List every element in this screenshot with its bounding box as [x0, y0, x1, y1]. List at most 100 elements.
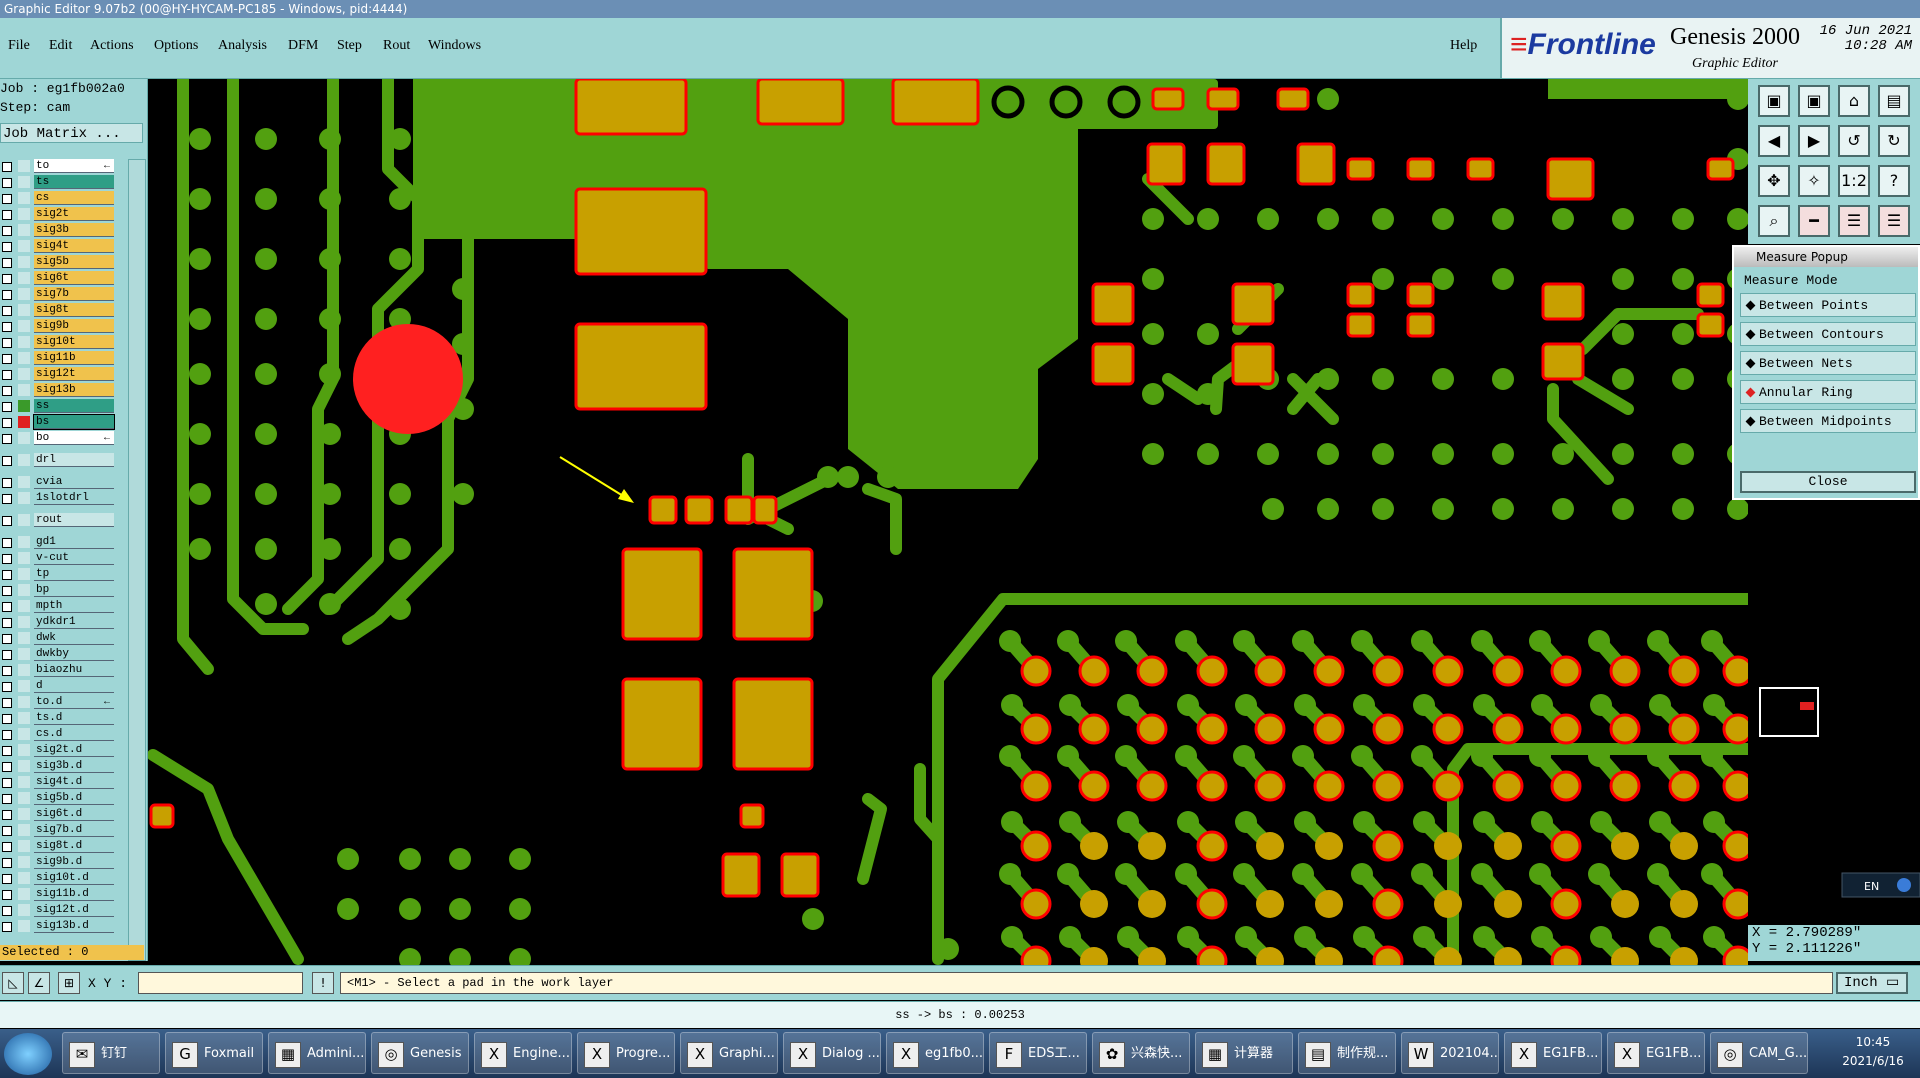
layer-row-cs[interactable]: cs [0, 191, 116, 206]
layer-row-sig3b[interactable]: sig3b [0, 223, 116, 238]
layer-display-swatch[interactable] [18, 176, 30, 188]
taskbar-item[interactable]: ✿ 兴森快... [1092, 1032, 1190, 1074]
layer-display-swatch[interactable] [18, 760, 30, 772]
layer-row-ydkdr1[interactable]: ydkdr1 [0, 615, 116, 630]
layer-row-gd1[interactable]: gd1 [0, 535, 116, 550]
layer-checkbox[interactable] [2, 194, 12, 204]
layer-row-sig5b.d[interactable]: sig5b.d [0, 791, 116, 806]
layer-checkbox[interactable] [2, 322, 12, 332]
taskbar-item[interactable]: X EG1FB... [1504, 1032, 1602, 1074]
left-icon[interactable]: ◀ [1758, 125, 1790, 157]
layer-row-sig3b.d[interactable]: sig3b.d [0, 759, 116, 774]
menu-actions[interactable]: Actions [90, 38, 134, 54]
layer-display-swatch[interactable] [18, 320, 30, 332]
layer-checkbox[interactable] [2, 730, 12, 740]
highlight-icon[interactable]: ☰ [1878, 205, 1910, 237]
menu-help[interactable]: Help [1450, 38, 1477, 54]
layer-row-mpth[interactable]: mpth [0, 599, 116, 614]
menu-rout[interactable]: Rout [383, 38, 410, 54]
layer-display-swatch[interactable] [18, 514, 30, 526]
layer-checkbox[interactable] [2, 478, 12, 488]
layer-checkbox[interactable] [2, 682, 12, 692]
layer-row-to.d[interactable]: to.d ← [0, 695, 116, 710]
taskbar-item[interactable]: X Dialog ... [783, 1032, 881, 1074]
layer-checkbox[interactable] [2, 290, 12, 300]
layer-checkbox[interactable] [2, 586, 12, 596]
measure-option-between-contours[interactable]: Between Contours [1740, 322, 1916, 346]
layer-row-sig9b.d[interactable]: sig9b.d [0, 855, 116, 870]
layer-display-swatch[interactable] [18, 920, 30, 932]
layer-row-sig10t.d[interactable]: sig10t.d [0, 871, 116, 886]
taskbar-item[interactable]: G Foxmail [165, 1032, 263, 1074]
panel-icon[interactable]: ▤ [1878, 85, 1910, 117]
net-icon[interactable]: ☰ [1838, 205, 1870, 237]
layer-display-swatch[interactable] [18, 454, 30, 466]
layer-checkbox[interactable] [2, 698, 12, 708]
layer-display-swatch[interactable] [18, 792, 30, 804]
grid-tool-icon[interactable]: ⊞ [58, 972, 80, 994]
layer-display-swatch[interactable] [18, 400, 30, 412]
layer-checkbox[interactable] [2, 434, 12, 444]
menu-edit[interactable]: Edit [49, 38, 72, 54]
layer-row-sig6t[interactable]: sig6t [0, 271, 116, 286]
menu-windows[interactable]: Windows [428, 38, 481, 54]
taskbar-item[interactable]: X Graphi... [680, 1032, 778, 1074]
layer-checkbox[interactable] [2, 242, 12, 252]
layer-checkbox[interactable] [2, 162, 12, 172]
layer-row-sig10t[interactable]: sig10t [0, 335, 116, 350]
measure-option-annular-ring[interactable]: Annular Ring [1740, 380, 1916, 404]
layer-display-swatch[interactable] [18, 568, 30, 580]
layer-display-swatch[interactable] [18, 808, 30, 820]
redraw-icon[interactable]: ↻ [1878, 125, 1910, 157]
layer-display-swatch[interactable] [18, 352, 30, 364]
layer-row-sig7b[interactable]: sig7b [0, 287, 116, 302]
layer-display-swatch[interactable] [18, 840, 30, 852]
layer-row-bo[interactable]: bo ← [0, 431, 116, 446]
layer-display-swatch[interactable] [18, 240, 30, 252]
layer-row-sig8t[interactable]: sig8t [0, 303, 116, 318]
layer-display-swatch[interactable] [18, 680, 30, 692]
layer-checkbox[interactable] [2, 778, 12, 788]
layer-display-swatch[interactable] [18, 304, 30, 316]
layer-row-drl[interactable]: drl [0, 453, 116, 468]
bottom-icon[interactable]: ▣ [1798, 85, 1830, 117]
layer-display-swatch[interactable] [18, 744, 30, 756]
xy-input[interactable] [138, 972, 303, 994]
layer-display-swatch[interactable] [18, 856, 30, 868]
angle-tool-icon[interactable]: ∠ [28, 972, 50, 994]
layer-display-swatch[interactable] [18, 600, 30, 612]
layer-row-sig11b.d[interactable]: sig11b.d [0, 887, 116, 902]
layer-display-swatch[interactable] [18, 648, 30, 660]
layer-display-swatch[interactable] [18, 584, 30, 596]
layer-checkbox[interactable] [2, 890, 12, 900]
layer-display-swatch[interactable] [18, 368, 30, 380]
right-icon[interactable]: ▶ [1798, 125, 1830, 157]
layer-checkbox[interactable] [2, 874, 12, 884]
layer-display-swatch[interactable] [18, 824, 30, 836]
layer-display-swatch[interactable] [18, 192, 30, 204]
layer-row-cvia[interactable]: cvia [0, 475, 116, 490]
work-canvas[interactable] [148, 79, 1748, 965]
layer-checkbox[interactable] [2, 226, 12, 236]
start-button[interactable] [4, 1033, 52, 1075]
layer-row-sig4t[interactable]: sig4t [0, 239, 116, 254]
layer-row-sig8t.d[interactable]: sig8t.d [0, 839, 116, 854]
layer-checkbox[interactable] [2, 274, 12, 284]
home-icon[interactable]: ⌂ [1838, 85, 1870, 117]
layer-row-dwk[interactable]: dwk [0, 631, 116, 646]
layer-checkbox[interactable] [2, 666, 12, 676]
measure-option-between-nets[interactable]: Between Nets [1740, 351, 1916, 375]
layer-checkbox[interactable] [2, 634, 12, 644]
close-button[interactable]: Close [1740, 471, 1916, 493]
layer-checkbox[interactable] [2, 858, 12, 868]
layer-row-dwkby[interactable]: dwkby [0, 647, 116, 662]
layer-checkbox[interactable] [2, 826, 12, 836]
layer-checkbox[interactable] [2, 554, 12, 564]
layer-checkbox[interactable] [2, 810, 12, 820]
layer-checkbox[interactable] [2, 602, 12, 612]
layer-display-swatch[interactable] [18, 208, 30, 220]
layer-row-d[interactable]: d [0, 679, 116, 694]
layer-row-sig9b[interactable]: sig9b [0, 319, 116, 334]
layer-display-swatch[interactable] [18, 616, 30, 628]
layer-row-v-cut[interactable]: v-cut [0, 551, 116, 566]
